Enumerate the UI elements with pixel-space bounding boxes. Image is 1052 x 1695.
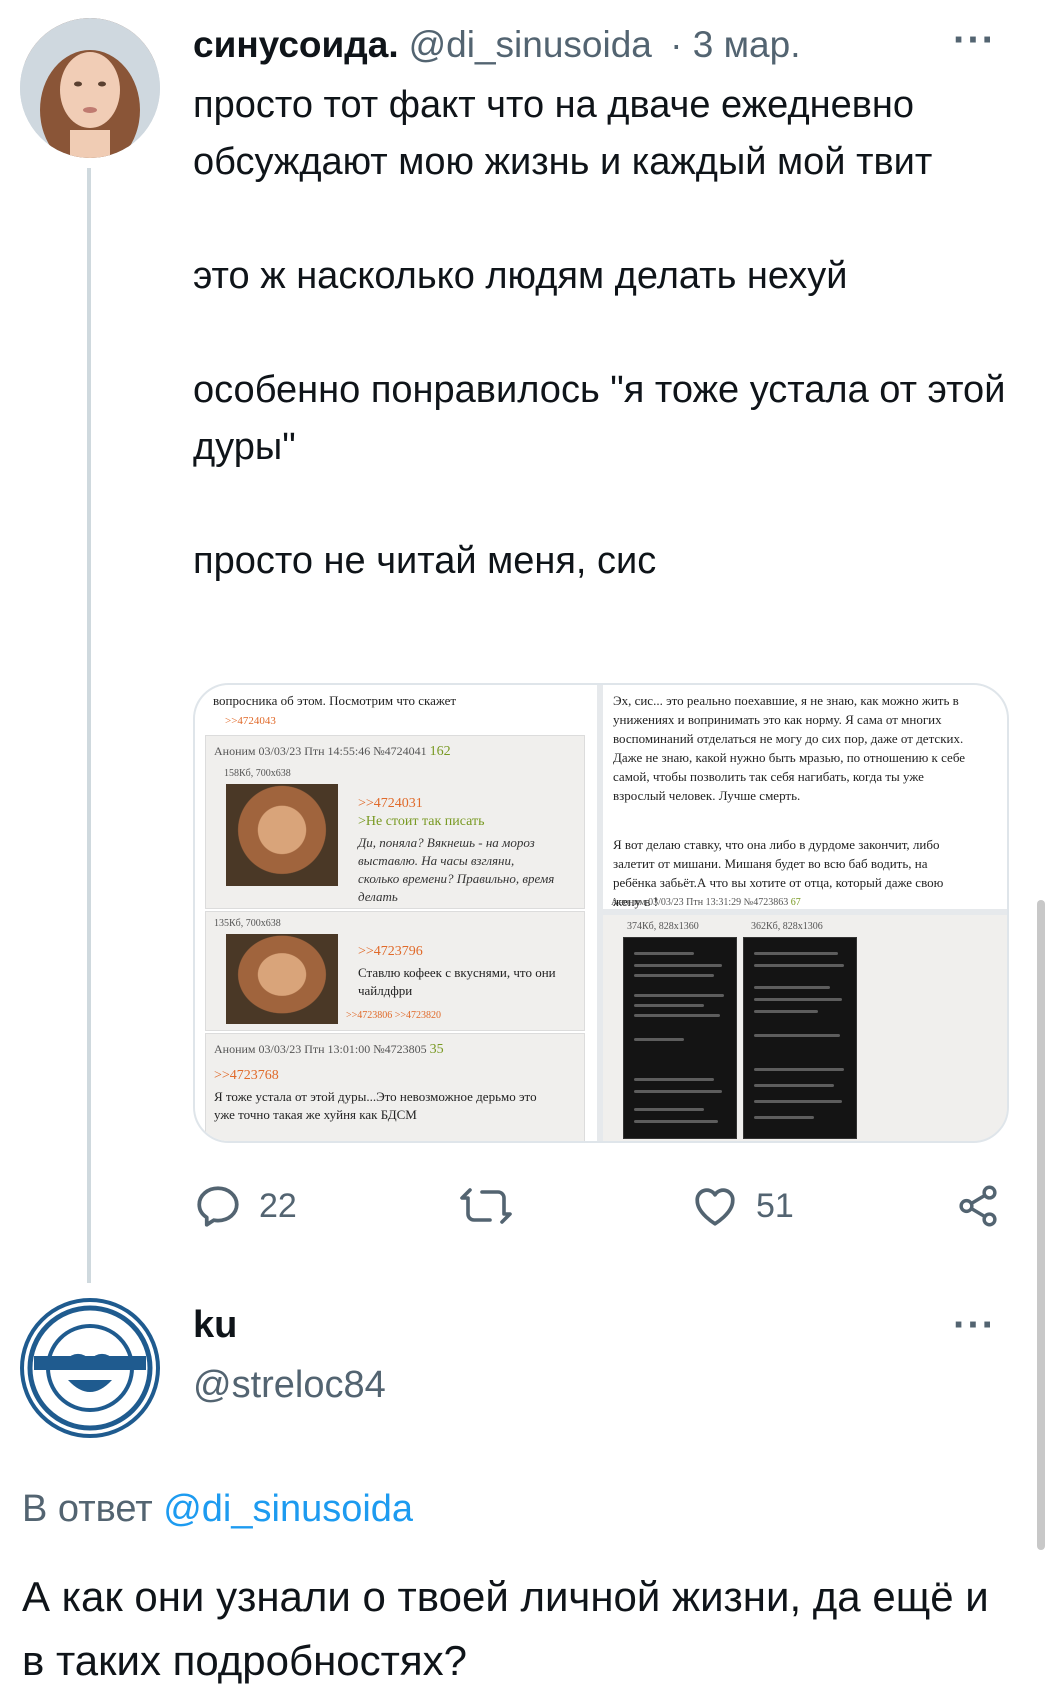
post-image-screenshot	[743, 937, 857, 1139]
tweet-paragraph: просто тот факт что на дваче ежедневно о…	[193, 84, 933, 183]
tweet-text: просто тот факт что на дваче ежедневно о…	[193, 77, 1013, 590]
post-replies: >>4723806 >>4723820	[346, 1010, 442, 1021]
post-image-meta: 374Кб, 828x1360	[627, 921, 699, 932]
tweet-paragraph: просто не читай меня, сис	[193, 540, 657, 582]
tweet-date[interactable]: · 3 мар.	[670, 24, 800, 65]
post-count: 67	[790, 897, 801, 908]
scrollbar[interactable]	[1037, 900, 1045, 1550]
post-reflink: >>4723796	[358, 944, 423, 959]
media-image-right-bottom[interactable]: 374Кб, 828x1360 362Кб, 828x1306	[603, 915, 1007, 1141]
tweet-paragraph: особенно понравилось "я тоже устала от э…	[193, 369, 1006, 468]
post-text: Я тоже устала от этой дуры...Это невозмо…	[214, 1089, 537, 1122]
post-count: 162	[429, 744, 451, 759]
reply-author-name[interactable]: ku	[193, 1304, 237, 1347]
like-icon	[690, 1181, 740, 1231]
retweet-button[interactable]	[458, 1178, 514, 1234]
retweet-icon	[458, 1181, 514, 1231]
reply-author-avatar[interactable]	[20, 1298, 160, 1438]
post-meta: Аноним 03/03/23 Птн 13:01:00 №4723805	[214, 1042, 427, 1056]
like-count: 51	[756, 1186, 794, 1225]
reply-to-prefix: В ответ	[22, 1488, 153, 1530]
post-count: 35	[429, 1042, 444, 1057]
media-image-right-top[interactable]: Эх, сис... это реально поехавшие, я не з…	[603, 685, 1007, 909]
post-text: Эх, сис... это реально поехавшие, я не з…	[613, 693, 966, 803]
share-button[interactable]	[955, 1178, 1001, 1234]
board-post: 135Кб, 700x638 >>4723796 Ставлю кофеек с…	[205, 911, 585, 1031]
post-reflink: >>4723768	[214, 1068, 279, 1083]
post-reflink: >>4724031	[358, 796, 423, 811]
post-image-meta: 135Кб, 700x638	[214, 918, 281, 929]
laughing-man-logo-icon	[27, 1305, 153, 1431]
thread-connector-line	[87, 168, 91, 1283]
post-image-face	[226, 934, 338, 1024]
avatar-portrait-icon	[20, 18, 160, 158]
tweet-paragraph: это ж насколько людям делать нехуй	[193, 255, 848, 297]
post-reflink: >>4724043	[225, 715, 276, 727]
post-greentext: >Не стоит так писать	[358, 814, 485, 829]
post-intro-text: вопросника об этом. Посмотрим что скажет	[213, 693, 457, 708]
post-text: Ставлю кофеек с вкуснями, что они чайлдф…	[358, 965, 556, 998]
more-icon[interactable]: ···	[953, 18, 996, 63]
post-image-screenshot	[623, 937, 737, 1139]
reply-to-line: В ответ @di_sinusoida	[22, 1488, 413, 1531]
author-name[interactable]: синусоида.	[193, 24, 399, 65]
reply-to-handle-link[interactable]: @di_sinusoida	[163, 1488, 413, 1530]
post-image-meta: 158Кб, 700x638	[224, 768, 291, 779]
more-icon[interactable]: ···	[953, 1303, 996, 1348]
reply-icon	[193, 1181, 243, 1231]
board-post: Аноним 03/03/23 Птн 13:01:00 №4723805 35…	[205, 1033, 585, 1141]
like-button[interactable]: 51	[690, 1178, 794, 1234]
post-meta: Аноним 03/03/23 Птн 13:31:29 №4723863	[611, 897, 789, 908]
board-post: Аноним 03/03/23 Птн 14:55:46 №4724041 16…	[205, 735, 585, 909]
reply-author-handle[interactable]: @streloc84	[193, 1364, 386, 1407]
post-meta: Аноним 03/03/23 Птн 14:55:46 №4724041	[214, 744, 427, 758]
reply-button[interactable]: 22	[193, 1178, 297, 1234]
reply-count: 22	[259, 1186, 297, 1225]
share-icon	[955, 1181, 1001, 1231]
author-avatar[interactable]	[20, 18, 160, 158]
reply-text: А как они узнали о твоей личной жизни, д…	[22, 1573, 989, 1684]
post-image-meta: 362Кб, 828x1306	[751, 921, 823, 932]
tweet-header: синусоида. @di_sinusoida · 3 мар.	[193, 24, 801, 66]
post-text: Ди, поняла? Вякнешь - на мороз выставлю.…	[358, 835, 555, 904]
tweet-media-grid[interactable]: вопросника об этом. Посмотрим что скажет…	[193, 683, 1009, 1143]
author-handle[interactable]: @di_sinusoida	[409, 24, 652, 65]
post-image-face	[226, 784, 338, 886]
media-image-left[interactable]: вопросника об этом. Посмотрим что скажет…	[195, 685, 597, 1141]
